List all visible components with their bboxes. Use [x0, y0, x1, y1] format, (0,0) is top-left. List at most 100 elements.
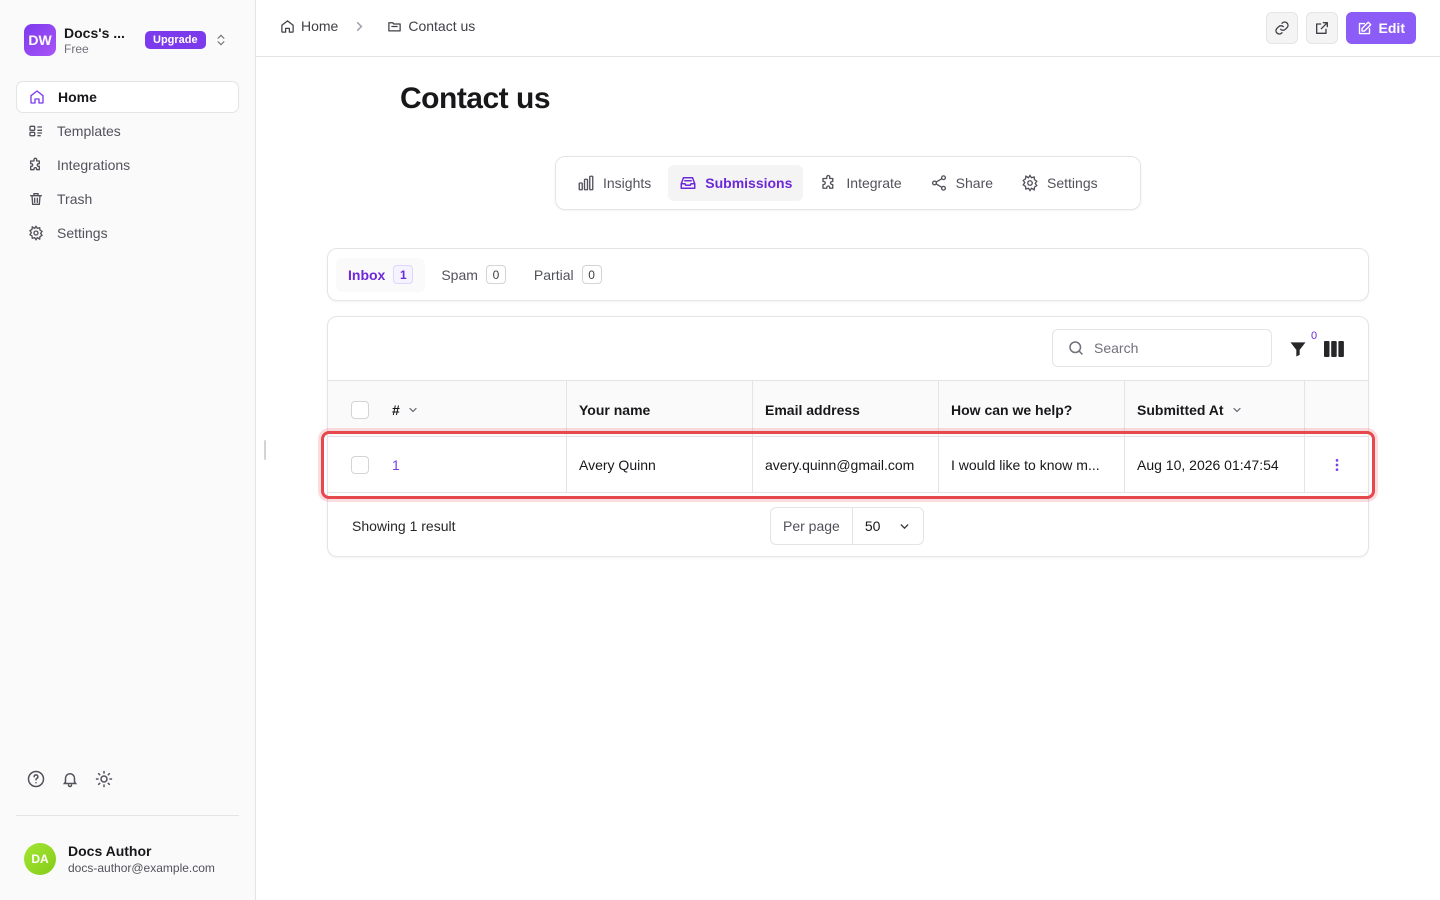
breadcrumb-home[interactable]: Home [280, 18, 338, 34]
home-icon [281, 19, 294, 33]
tab-insights[interactable]: Insights [566, 165, 662, 201]
tab-submissions[interactable]: Submissions [668, 165, 804, 201]
sidebar-item-trash[interactable]: Trash [16, 183, 239, 215]
table-header: # Your name Email address How can we hel… [328, 380, 1368, 437]
header-actions: Edit [1265, 12, 1416, 44]
bell-icon[interactable] [61, 770, 79, 788]
upgrade-button[interactable]: Upgrade [145, 31, 206, 49]
column-header-name[interactable]: Your name [567, 381, 753, 436]
copy-link-button[interactable] [1265, 12, 1298, 44]
tab-label: Integrate [846, 175, 902, 191]
sidebar-tools [27, 770, 113, 788]
workspace-info: Docs's ... Free [64, 25, 136, 56]
column-header-help[interactable]: How can we help? [939, 381, 1125, 436]
column-header-label: How can we help? [951, 401, 1073, 418]
chevron-down-icon [407, 404, 419, 416]
result-count: Showing 1 result [352, 518, 456, 534]
breadcrumb-current: Contact us [387, 18, 475, 34]
top-header: Home Contact us Edit [256, 0, 1440, 57]
templates-icon [29, 125, 42, 137]
column-header-submitted[interactable]: Submitted At [1125, 381, 1305, 436]
tab-integrate[interactable]: Integrate [809, 165, 912, 201]
tab-label: Share [955, 175, 994, 191]
sidebar-item-label: Trash [57, 191, 93, 207]
row-email-cell: avery.quinn@gmail.com [753, 437, 939, 492]
open-external-button[interactable] [1305, 12, 1338, 44]
more-vertical-icon[interactable] [1329, 457, 1345, 473]
sidebar: DW Docs's ... Free Upgrade Home Template… [0, 0, 256, 900]
table-row[interactable]: 1 Avery Quinn avery.quinn@gmail.com I wo… [328, 437, 1368, 493]
inbox-icon [680, 177, 696, 189]
filter-count-badge: 0 [1305, 328, 1323, 344]
user-name: Docs Author [68, 843, 152, 859]
per-page-label: Per page [771, 508, 853, 544]
link-icon [1274, 21, 1289, 35]
breadcrumb: Home Contact us [280, 18, 475, 34]
column-header-number[interactable]: # [380, 381, 567, 436]
chevrons-up-down-icon[interactable] [214, 33, 228, 47]
per-page-select[interactable]: 50 [853, 508, 923, 544]
tab-label: Settings [1047, 175, 1098, 191]
form-tabs: Insights Submissions Integrate Share Set… [555, 156, 1141, 210]
user-email: docs-author@example.com [68, 861, 215, 875]
avatar: DA [24, 843, 56, 875]
tab-inbox[interactable]: Inbox 1 [336, 257, 426, 292]
submissions-table-card: 0 # Your name Email address How can we h… [327, 316, 1369, 557]
gear-icon [29, 225, 43, 241]
tab-label: Insights [603, 175, 652, 191]
column-header-actions [1305, 381, 1368, 436]
help-icon[interactable] [27, 770, 45, 788]
row-number-cell: 1 [380, 437, 567, 492]
user-info: Docs Author docs-author@example.com [68, 843, 215, 875]
row-name-cell: Avery Quinn [567, 437, 753, 492]
row-number[interactable]: 1 [392, 457, 400, 473]
column-header-label: Email address [765, 401, 860, 418]
tab-share[interactable]: Share [919, 165, 1004, 201]
tab-settings[interactable]: Settings [1010, 165, 1109, 201]
search-input[interactable] [1094, 340, 1254, 356]
row-checkbox[interactable] [351, 455, 369, 474]
tab-label: Partial [533, 266, 574, 283]
sidebar-item-label: Integrations [57, 157, 131, 173]
select-all-cell [328, 381, 380, 436]
puzzle-icon [822, 174, 834, 189]
sun-icon[interactable] [95, 770, 113, 788]
row-submitted-cell: Aug 10, 2026 01:47:54 [1125, 437, 1305, 492]
row-select-cell [328, 437, 380, 492]
tab-partial[interactable]: Partial 0 [522, 258, 614, 292]
share-icon [931, 175, 946, 191]
search-box[interactable] [1052, 329, 1272, 367]
workspace-name: Docs's ... [64, 24, 125, 41]
column-header-email[interactable]: Email address [753, 381, 939, 436]
sidebar-item-templates[interactable]: Templates [16, 115, 239, 147]
chevron-down-icon [1231, 404, 1243, 416]
sidebar-item-home[interactable]: Home [16, 81, 239, 113]
workspace-switcher[interactable]: DW Docs's ... Free Upgrade [16, 20, 238, 60]
user-profile[interactable]: DA Docs Author docs-author@example.com [24, 843, 215, 875]
sidebar-resize-handle[interactable] [264, 440, 266, 460]
select-all-checkbox[interactable] [351, 400, 369, 419]
gear-icon [1022, 174, 1038, 192]
sidebar-item-label: Templates [57, 123, 121, 139]
count-badge: 0 [485, 265, 506, 284]
tab-spam[interactable]: Spam 0 [429, 258, 518, 292]
column-header-label: # [392, 401, 400, 418]
columns-icon[interactable] [1324, 340, 1344, 358]
sidebar-item-integrations[interactable]: Integrations [16, 149, 239, 181]
edit-button[interactable]: Edit [1345, 12, 1416, 44]
workspace-plan: Free [64, 41, 89, 56]
chevron-right-icon [352, 19, 373, 34]
column-header-label: Your name [579, 401, 651, 418]
per-page-value: 50 [864, 518, 881, 534]
bar-chart-icon [578, 175, 594, 191]
tab-label: Inbox [348, 266, 386, 283]
sidebar-item-settings[interactable]: Settings [16, 217, 239, 249]
per-page-control: Per page 50 [770, 507, 924, 545]
tab-label: Submissions [705, 175, 793, 191]
chevron-down-icon [898, 520, 911, 533]
search-icon [1069, 341, 1083, 355]
row-actions-cell [1305, 437, 1368, 492]
count-badge: 0 [581, 265, 602, 284]
home-icon [30, 90, 44, 104]
puzzle-icon [30, 157, 40, 171]
